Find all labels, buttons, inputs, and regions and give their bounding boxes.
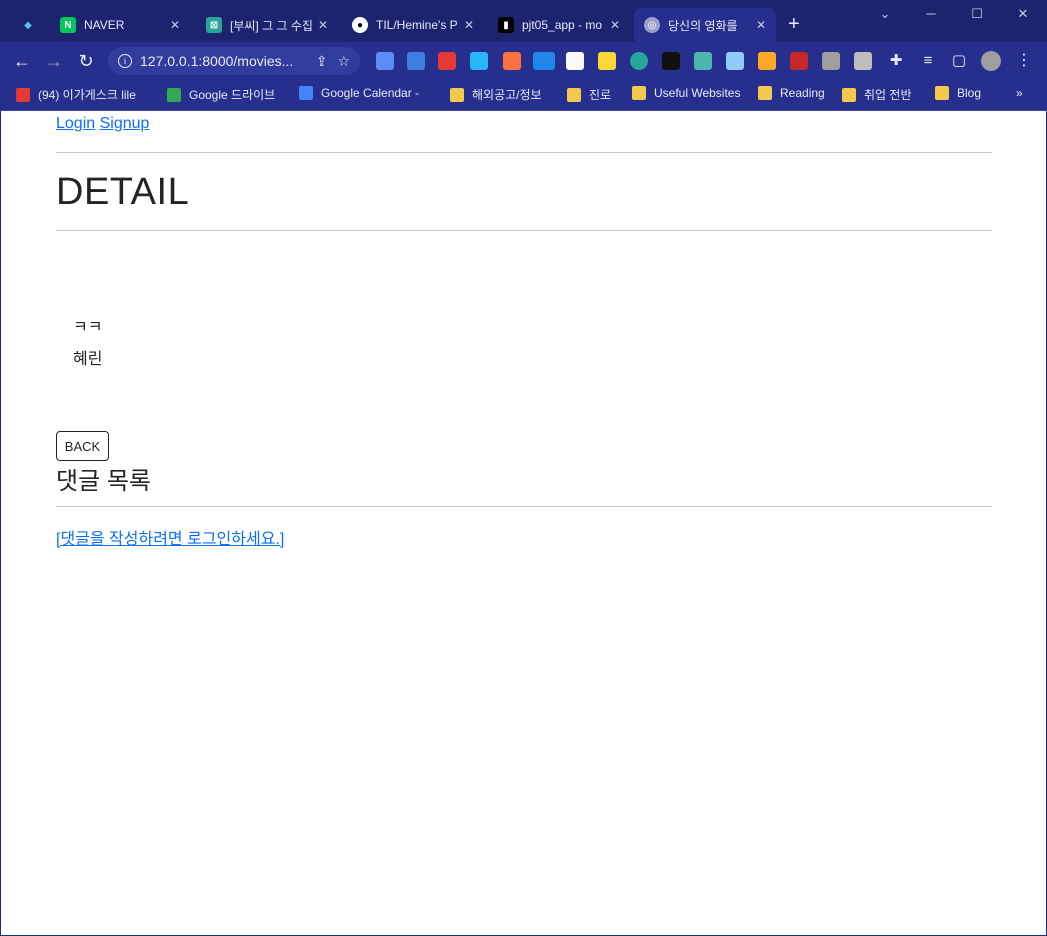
- more-bookmarks-icon[interactable]: »: [1016, 86, 1023, 100]
- extension-icon[interactable]: [533, 52, 555, 70]
- folder-icon: [567, 87, 581, 102]
- bookmarks-bar: (94) 이가게스크 lile Google 드라이브 Google Calen…: [0, 80, 1047, 111]
- movie-title: ㅋㅋ: [73, 319, 103, 336]
- extension-icon[interactable]: [376, 52, 394, 70]
- youtube-icon: [16, 87, 30, 102]
- bookmark-item[interactable]: (94) 이가게스크 lile: [16, 86, 136, 103]
- globe-icon: ◎: [644, 17, 660, 33]
- bookmark-folder[interactable]: 해외공고/정보: [450, 86, 542, 103]
- extension-icon[interactable]: [503, 52, 521, 70]
- folder-icon: [450, 87, 464, 102]
- tab-site[interactable]: ⊠ [부씨] 그 그 수집 ✕: [196, 8, 338, 42]
- calendar-icon: [299, 86, 313, 100]
- tab-naver[interactable]: N NAVER ✕: [50, 8, 190, 42]
- bookmark-item[interactable]: Google 드라이브: [167, 86, 275, 103]
- extension-icon[interactable]: [694, 52, 712, 70]
- bookmark-folder[interactable]: Useful Websites: [632, 86, 740, 100]
- page-title: DETAIL: [56, 171, 190, 213]
- pin-icon: ◆: [24, 19, 32, 31]
- puzzle-icon[interactable]: ✚: [884, 51, 908, 71]
- tab-github[interactable]: ● TIL/Hemine's P ✕: [342, 8, 484, 42]
- side-panel-icon[interactable]: ▢: [947, 51, 971, 71]
- back-button[interactable]: BACK: [56, 431, 109, 461]
- comments-heading: 댓글 목록: [56, 468, 151, 495]
- extension-icon[interactable]: [470, 52, 488, 70]
- browser-chrome: ◆ N NAVER ✕ ⊠ [부씨] 그 그 수집 ✕ ● TIL/Hemine…: [0, 0, 1047, 111]
- bookmark-folder[interactable]: Reading: [758, 86, 825, 100]
- tab-pinned[interactable]: ◆: [10, 8, 46, 42]
- login-to-comment-link[interactable]: [댓글을 작성하려면 로그인하세요.]: [56, 525, 284, 549]
- bookmark-folder[interactable]: Blog: [935, 86, 981, 100]
- reading-list-icon[interactable]: ≡: [916, 51, 940, 71]
- maximize-button[interactable]: ☐: [954, 6, 1000, 22]
- extension-icon[interactable]: [566, 52, 584, 70]
- new-tab-button[interactable]: +: [788, 14, 800, 34]
- movie-content: 혜린: [73, 351, 103, 368]
- bookmark-item[interactable]: Google Calendar -: [299, 86, 419, 100]
- login-link[interactable]: Login: [56, 115, 95, 132]
- extension-icon[interactable]: [407, 52, 425, 70]
- close-icon[interactable]: ✕: [170, 18, 180, 32]
- folder-icon: [632, 86, 646, 100]
- extension-icon[interactable]: [662, 52, 680, 70]
- folder-icon: [935, 86, 949, 100]
- divider: [56, 230, 992, 231]
- divider: [56, 152, 992, 153]
- close-icon[interactable]: ✕: [464, 18, 474, 32]
- address-bar[interactable]: i 127.0.0.1:8000/movies... ⇪ ☆: [108, 47, 360, 75]
- extension-icon[interactable]: [630, 52, 648, 70]
- reload-icon[interactable]: ↻: [74, 51, 98, 71]
- extension-icon[interactable]: [726, 52, 744, 70]
- url-text: 127.0.0.1:8000/movies...: [140, 53, 294, 69]
- page-content: Login Signup DETAIL ㅋㅋ 혜린 BACK 댓글 목록 [댓글…: [1, 111, 1046, 935]
- extension-icon[interactable]: [758, 52, 776, 70]
- browser-toolbar: ← → ↻ i 127.0.0.1:8000/movies... ⇪ ☆ ✚ ≡…: [0, 42, 1047, 80]
- github-icon: ●: [352, 17, 368, 33]
- divider: [56, 506, 992, 507]
- tab-search-icon[interactable]: ⌄: [862, 6, 908, 22]
- auth-nav: Login Signup: [56, 115, 992, 133]
- bookmark-star-icon[interactable]: ☆: [337, 53, 350, 70]
- bookmark-folder[interactable]: 진로: [567, 86, 611, 103]
- minimize-button[interactable]: ─: [908, 6, 954, 21]
- extension-icon[interactable]: [790, 52, 808, 70]
- avatar[interactable]: [981, 51, 1001, 71]
- bookmark-folder[interactable]: 취업 전반: [842, 86, 912, 103]
- close-icon[interactable]: ✕: [318, 18, 328, 32]
- share-icon[interactable]: ⇪: [316, 53, 328, 70]
- naver-icon: N: [60, 17, 76, 33]
- tab-terminal[interactable]: ▮ pjt05_app - mo ✕: [488, 8, 630, 42]
- signup-link[interactable]: Signup: [100, 115, 150, 132]
- close-icon[interactable]: ✕: [610, 18, 620, 32]
- tab-active[interactable]: ◎ 당신의 영화를 ✕: [634, 8, 776, 42]
- extension-icon[interactable]: [854, 52, 872, 70]
- extension-icon[interactable]: [822, 52, 840, 70]
- extension-icon[interactable]: [438, 52, 456, 70]
- folder-icon: [758, 86, 772, 100]
- folder-icon: [842, 87, 856, 102]
- close-icon[interactable]: ✕: [756, 18, 766, 32]
- back-arrow-icon[interactable]: ←: [10, 51, 34, 71]
- menu-icon[interactable]: ⋮: [1012, 51, 1036, 71]
- drive-icon: [167, 87, 181, 102]
- tab-strip: ◆ N NAVER ✕ ⊠ [부씨] 그 그 수집 ✕ ● TIL/Hemine…: [0, 0, 1047, 42]
- terminal-icon: ▮: [498, 17, 514, 33]
- forward-arrow-icon[interactable]: →: [42, 51, 66, 71]
- window-close-button[interactable]: ✕: [1000, 6, 1046, 22]
- extension-icon[interactable]: [598, 52, 616, 70]
- site-info-icon[interactable]: i: [118, 54, 132, 68]
- site-icon: ⊠: [206, 17, 222, 33]
